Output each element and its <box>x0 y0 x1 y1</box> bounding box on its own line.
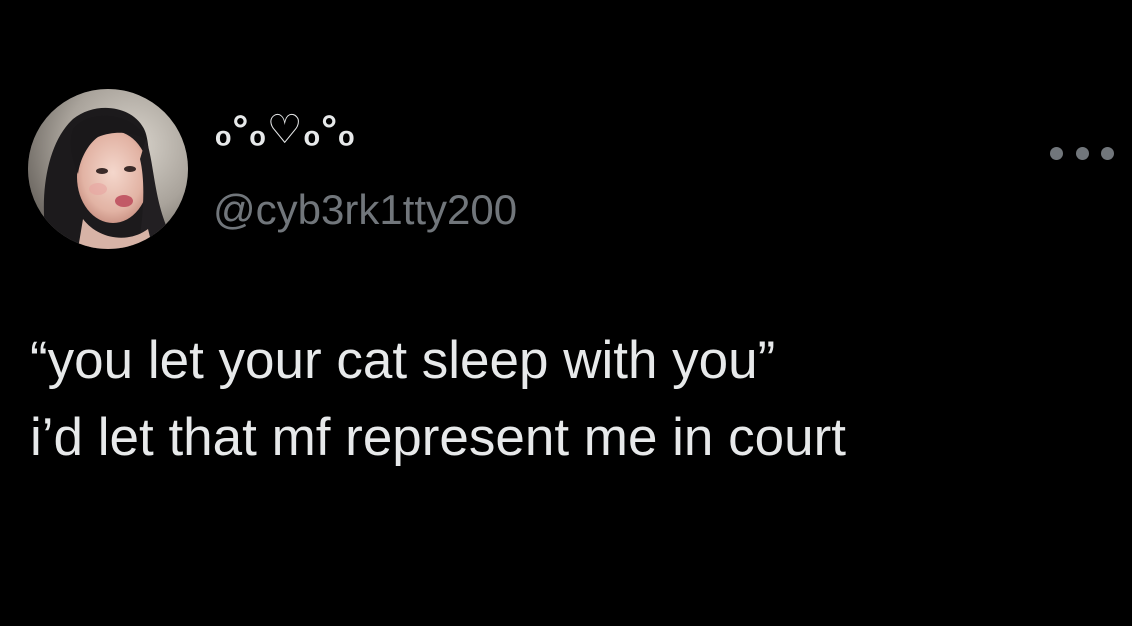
tweet-text: “you let your cat sleep with you” i’d le… <box>30 322 1125 476</box>
more-horizontal-icon <box>1050 146 1063 160</box>
more-horizontal-icon <box>1101 146 1114 160</box>
tweet-text-line: “you let your cat sleep with you” <box>30 331 776 390</box>
tweet: ₒ°ₒ♡ₒ°ₒ @cyb3rk1tty200 “you let your cat… <box>0 0 1132 626</box>
profile-photo <box>28 89 188 249</box>
user-handle[interactable]: @cyb3rk1tty200 <box>213 186 517 234</box>
more-horizontal-icon <box>1075 146 1089 160</box>
more-options-button[interactable] <box>1050 138 1114 168</box>
display-name[interactable]: ₒ°ₒ♡ₒ°ₒ <box>215 108 355 152</box>
tweet-text-line: i’d let that mf represent me in court <box>30 408 846 467</box>
avatar[interactable] <box>28 89 188 249</box>
